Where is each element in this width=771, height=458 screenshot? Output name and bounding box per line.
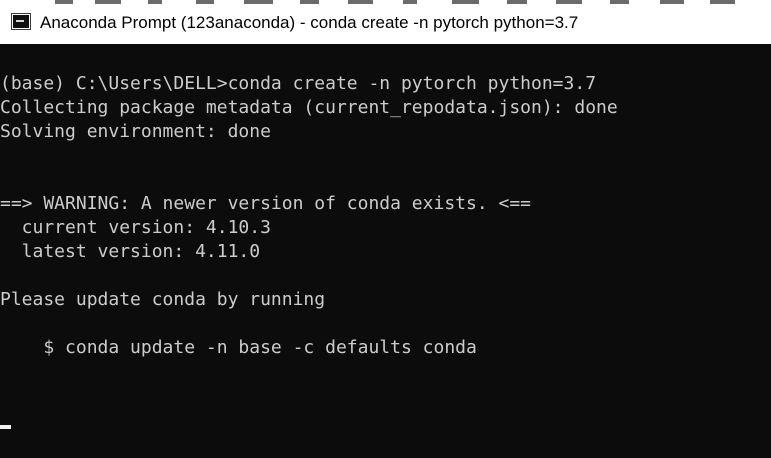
- terminal-icon: [11, 13, 31, 30]
- anaconda-prompt-window: Anaconda Prompt (123anaconda) - conda cr…: [0, 0, 771, 458]
- console-output: (base) C:\Users\DELL>conda create -n pyt…: [0, 72, 771, 420]
- console-line-warning: ==> WARNING: A newer version of conda ex…: [0, 193, 532, 214]
- text-cursor: [0, 425, 11, 429]
- window-title: Anaconda Prompt (123anaconda) - conda cr…: [40, 13, 579, 32]
- console-line-command: (base) C:\Users\DELL>conda create -n pyt…: [0, 73, 597, 94]
- top-partial-overlay: [0, 0, 771, 8]
- console-line-metadata: Collecting package metadata (current_rep…: [0, 97, 618, 118]
- terminal-console[interactable]: (base) C:\Users\DELL>conda create -n pyt…: [0, 44, 771, 458]
- console-line-update-command: $ conda update -n base -c defaults conda: [0, 337, 477, 358]
- console-line-current-version: current version: 4.10.3: [0, 217, 271, 238]
- window-titlebar[interactable]: Anaconda Prompt (123anaconda) - conda cr…: [0, 0, 771, 44]
- console-line-update-prompt: Please update conda by running: [0, 289, 326, 310]
- console-line-latest-version: latest version: 4.11.0: [0, 241, 261, 262]
- console-line-solving: Solving environment: done: [0, 121, 271, 142]
